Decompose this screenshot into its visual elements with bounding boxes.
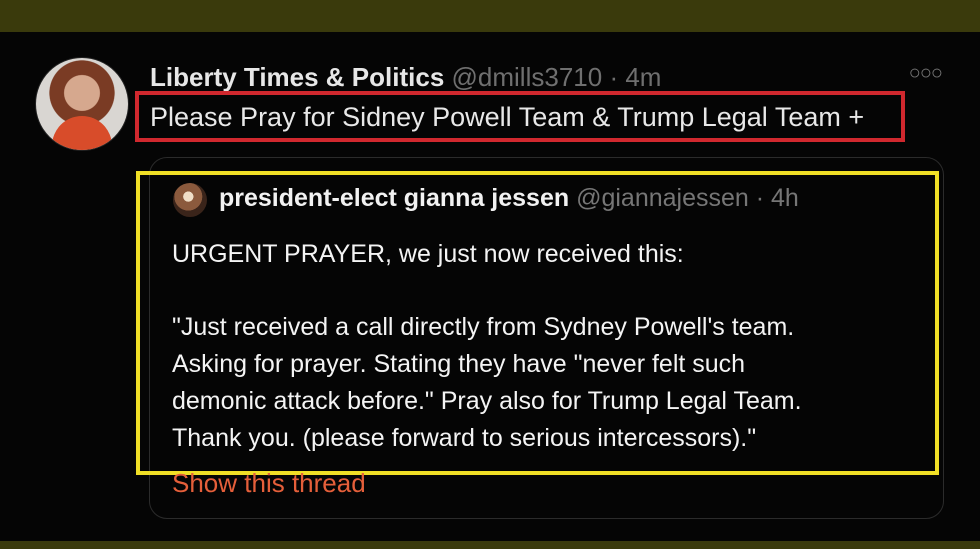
yellow-highlight-box [136, 171, 939, 475]
timestamp[interactable]: 4m [625, 62, 661, 92]
top-band [0, 0, 980, 32]
account-name[interactable]: Liberty Times & Politics [150, 62, 444, 92]
tweet-header: Liberty Times & Politics @dmills3710 · 4… [150, 62, 661, 93]
red-highlight-box [135, 91, 905, 142]
more-horizontal-icon[interactable]: ○○○ [909, 62, 943, 85]
handle[interactable]: @dmills3710 [452, 62, 603, 92]
show-thread-link[interactable]: Show this thread [172, 468, 366, 499]
avatar[interactable] [36, 58, 128, 150]
bottom-band [0, 541, 980, 549]
separator-dot: · [609, 62, 619, 92]
